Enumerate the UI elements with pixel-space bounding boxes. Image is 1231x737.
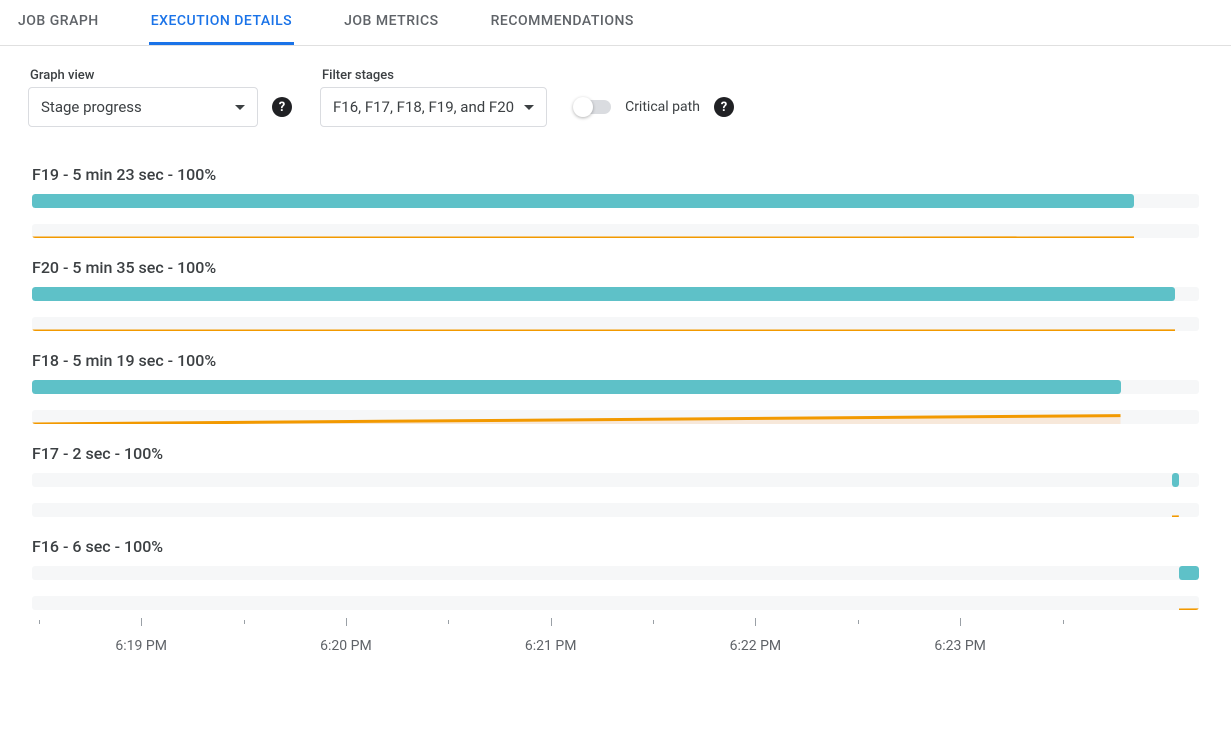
sparkline-icon (32, 410, 1121, 424)
tab-execution-details[interactable]: EXECUTION DETAILS (149, 0, 294, 45)
stage-bar (1172, 473, 1179, 487)
stage-bar-track[interactable] (32, 566, 1199, 580)
filter-stages-select[interactable]: F16, F17, F18, F19, and F20 (320, 87, 547, 127)
axis-tick-label: 6:22 PM (730, 638, 782, 654)
tabs-bar: JOB GRAPH EXECUTION DETAILS JOB METRICS … (0, 0, 1231, 46)
axis-tick (755, 618, 756, 626)
stage-title: F18 - 5 min 19 sec - 100% (32, 351, 1199, 370)
stage-title: F20 - 5 min 35 sec - 100% (32, 258, 1199, 277)
sparkline-icon (32, 224, 1134, 238)
chevron-down-icon (524, 105, 534, 110)
stage-sparkline-track[interactable] (32, 224, 1199, 238)
axis-tick-minor (448, 620, 449, 624)
stage-bar-track[interactable] (32, 380, 1199, 394)
time-axis: 6:19 PM 6:20 PM 6:21 PM 6:22 PM 6:23 PM (32, 618, 1199, 668)
stage-bar-track[interactable] (32, 287, 1199, 301)
filter-stages-value: F16, F17, F18, F19, and F20 (333, 98, 514, 116)
axis-tick-minor (244, 620, 245, 624)
tab-recommendations[interactable]: RECOMMENDATIONS (489, 0, 636, 45)
axis-tick (551, 618, 552, 626)
axis-tick-label: 6:23 PM (934, 638, 986, 654)
stage-bar (32, 194, 1134, 208)
stage-bar (32, 287, 1175, 301)
axis-tick-label: 6:19 PM (115, 638, 167, 654)
stage-bar-track[interactable] (32, 473, 1199, 487)
stage-progress-chart: F19 - 5 min 23 sec - 100% F20 - 5 min 35 … (0, 165, 1231, 668)
graph-view-group: Graph view Stage progress ? (28, 68, 292, 127)
axis-tick-minor (858, 620, 859, 624)
stage-title: F17 - 2 sec - 100% (32, 444, 1199, 463)
stage-title: F19 - 5 min 23 sec - 100% (32, 165, 1199, 184)
filter-stages-group: Filter stages F16, F17, F18, F19, and F2… (320, 68, 547, 127)
graph-view-label: Graph view (30, 68, 292, 83)
critical-path-toggle[interactable] (575, 100, 611, 114)
axis-tick-label: 6:20 PM (320, 638, 372, 654)
stage-sparkline-track[interactable] (32, 503, 1199, 517)
critical-path-group: Critical path ? (575, 87, 734, 127)
help-icon[interactable]: ? (714, 97, 734, 117)
graph-view-value: Stage progress (41, 98, 142, 116)
stage-bar (1179, 566, 1199, 580)
axis-tick-minor (653, 620, 654, 624)
stage-sparkline-track[interactable] (32, 596, 1199, 610)
sparkline-icon (1179, 596, 1199, 610)
stage-sparkline-track[interactable] (32, 317, 1199, 331)
axis-tick-minor (1063, 620, 1064, 624)
tab-job-graph[interactable]: JOB GRAPH (16, 0, 101, 45)
chevron-down-icon (235, 105, 245, 110)
filter-stages-label: Filter stages (322, 68, 547, 83)
stage-bar (32, 380, 1121, 394)
sparkline-icon (1172, 503, 1179, 517)
axis-tick-label: 6:21 PM (525, 638, 577, 654)
axis-tick (141, 618, 142, 626)
axis-tick (346, 618, 347, 626)
help-icon[interactable]: ? (272, 97, 292, 117)
critical-path-label: Critical path (625, 99, 700, 115)
graph-view-select[interactable]: Stage progress (28, 87, 258, 127)
stage-sparkline-track[interactable] (32, 410, 1199, 424)
sparkline-icon (32, 317, 1175, 331)
axis-tick (960, 618, 961, 626)
axis-tick-minor (39, 620, 40, 624)
stage-bar-track[interactable] (32, 194, 1199, 208)
controls-row: Graph view Stage progress ? Filter stage… (0, 46, 1231, 145)
tab-job-metrics[interactable]: JOB METRICS (342, 0, 440, 45)
stage-title: F16 - 6 sec - 100% (32, 537, 1199, 556)
